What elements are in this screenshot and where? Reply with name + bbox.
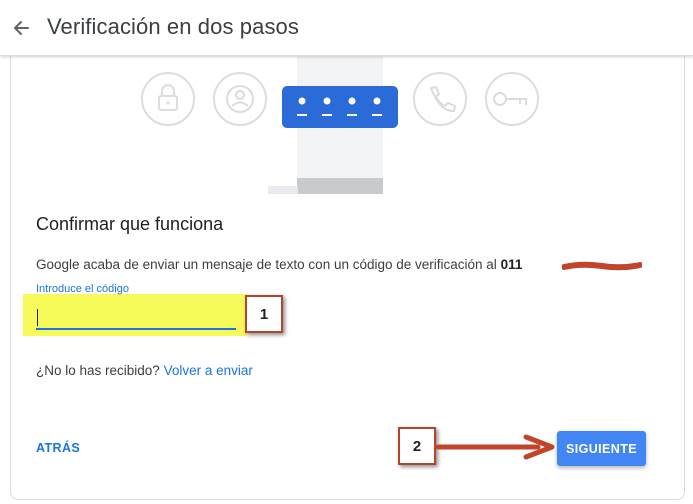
annotation-badge-1: 1: [245, 295, 283, 333]
description-text: Google acaba de enviar un mensaje de tex…: [36, 257, 497, 272]
section-title: Confirmar que funciona: [36, 214, 224, 234]
app-header: Verificación en dos pasos: [0, 0, 693, 56]
resend-question: ¿No lo has recibido?: [36, 363, 160, 378]
code-input[interactable]: [36, 304, 236, 330]
account-icon: [213, 72, 267, 126]
phone-icon: [413, 72, 467, 126]
code-pill: [282, 86, 398, 128]
back-button[interactable]: [6, 13, 36, 43]
redaction-mark: [562, 261, 642, 271]
resend-link[interactable]: Volver a enviar: [164, 363, 253, 378]
resend-row: ¿No lo has recibido? Volver a enviar: [36, 363, 253, 378]
verification-description: Google acaba de enviar un mensaje de tex…: [36, 257, 522, 272]
text-caret: [37, 309, 38, 326]
page-title: Verificación en dos pasos: [47, 14, 299, 39]
annotation-arrow: [435, 434, 555, 460]
phone-number: 011: [500, 257, 523, 272]
back-action-button[interactable]: ATRÁS: [36, 441, 80, 455]
next-button[interactable]: SIGUIENTE: [557, 431, 646, 466]
key-icon: [485, 72, 539, 126]
arrow-left-icon: [14, 21, 29, 35]
code-field-label: Introduce el código: [36, 283, 129, 295]
lock-icon: [141, 72, 195, 126]
